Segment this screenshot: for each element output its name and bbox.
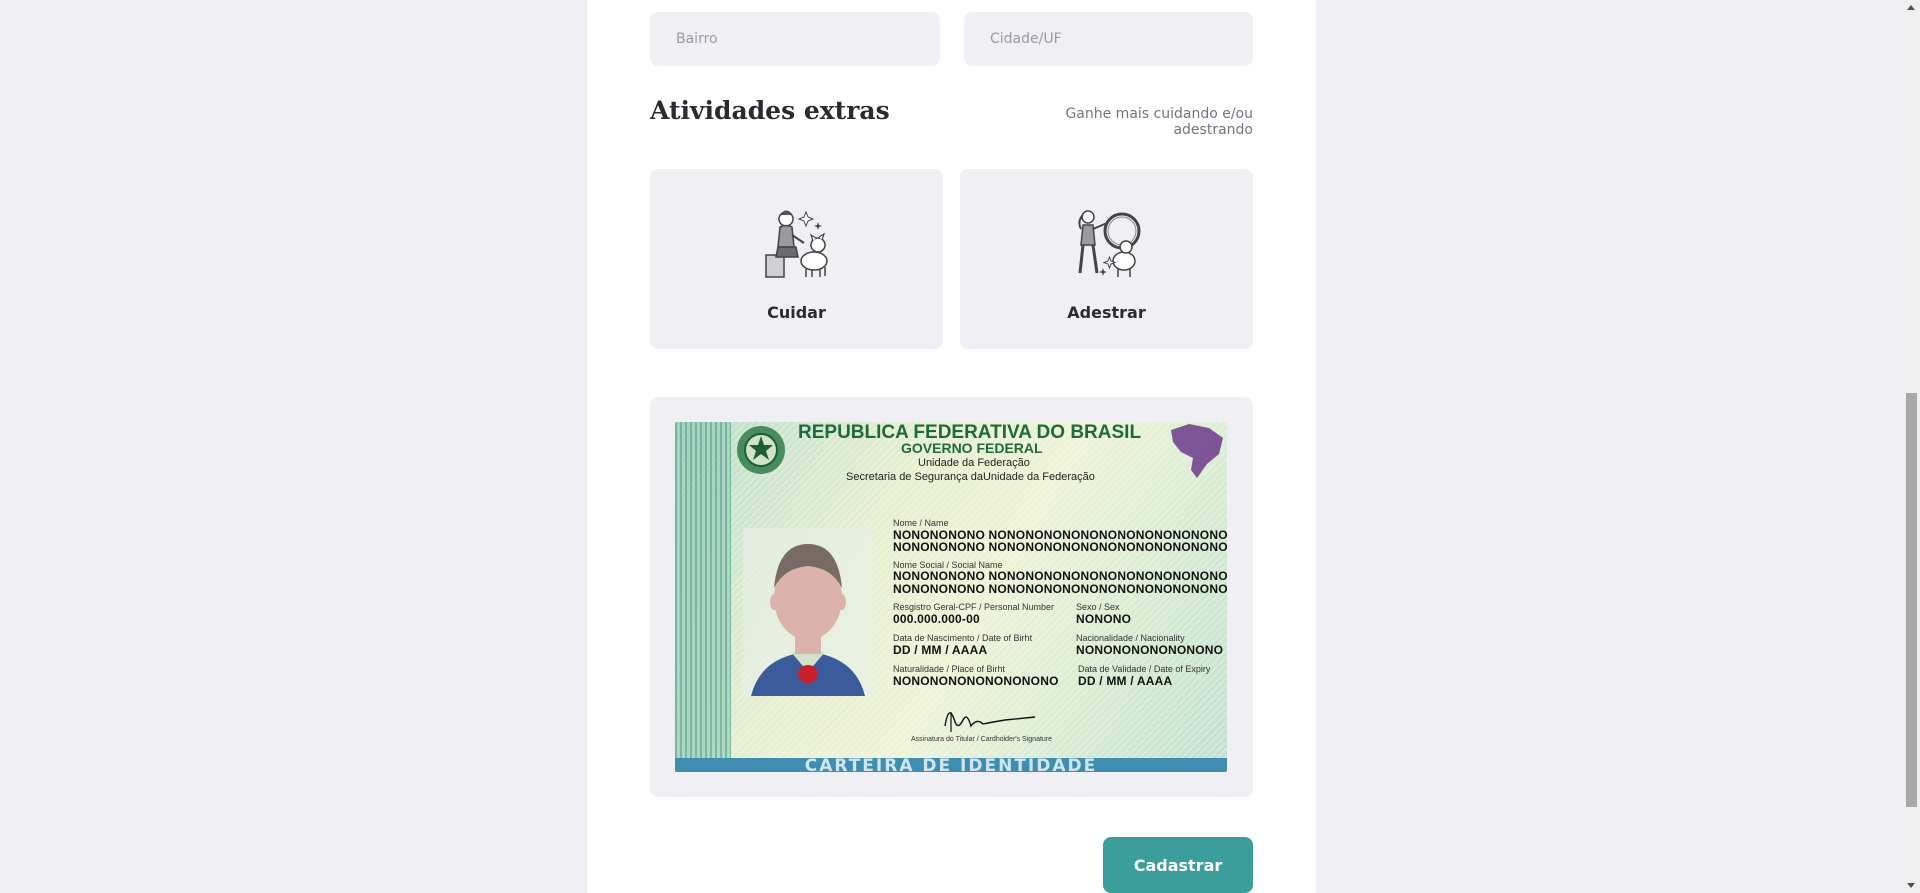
dog-training-icon [1078, 210, 1141, 277]
name-line-2: NONONONONO NONONONONONONONONONONONONONO [893, 540, 1227, 554]
place-of-birth-value: NONONONONONONONONO [893, 674, 1059, 688]
national-seal-icon [737, 426, 785, 474]
nationality-value: NONONONONONONONO [1076, 643, 1224, 657]
cidade-uf-placeholder: Cidade/UF [990, 31, 1062, 47]
activity-label-adestrar: Adestrar [1067, 303, 1146, 322]
sex-value: NONONO [1076, 612, 1132, 626]
document-secretariat: Secretaria de Segurança daUnidade da Fed… [846, 471, 1095, 483]
document-preview-box: REPUBLICA FEDERATIVA DO BRASIL GOVERNO F… [650, 397, 1253, 797]
activity-option-cuidar[interactable]: Cuidar [650, 169, 943, 349]
social-name-line-1: NONONONONO NONONONONONONONONONONONONONO [893, 569, 1227, 583]
pet-care-icon [765, 210, 828, 278]
cpf-label: Resgistro Geral-CPF / Personal Number [893, 602, 1055, 612]
birth-label: Data de Nascimento / Date of Birht [893, 633, 1033, 643]
document-unit: Unidade da Federação [918, 457, 1030, 469]
bairro-placeholder: Bairro [676, 31, 718, 47]
document-footer-text: CARTEIRA DE IDENTIDADE [804, 756, 1098, 772]
cidade-uf-field[interactable]: Cidade/UF [964, 12, 1253, 66]
portrait-placeholder-icon [743, 528, 873, 696]
extras-section-title: Atividades extras [650, 96, 890, 125]
extras-section-hint: Ganhe mais cuidando e/ou adestrando [1065, 106, 1253, 138]
scrollbar-thumb[interactable] [1906, 393, 1917, 807]
name-label: Nome / Name [893, 518, 949, 528]
identity-document-image: REPUBLICA FEDERATIVA DO BRASIL GOVERNO F… [675, 422, 1227, 772]
expiry-value: DD / MM / AAAA [1078, 674, 1173, 688]
place-of-birth-label: Naturalidade / Place of Birht [893, 664, 1006, 674]
activity-label-cuidar: Cuidar [767, 303, 826, 322]
vertical-scrollbar[interactable] [1903, 0, 1920, 893]
signature-graphic [944, 712, 1036, 732]
brazil-map-icon [1171, 424, 1223, 478]
signature-label: Assinatura do Titular / Cardholder's Sig… [911, 736, 1053, 743]
birth-value: DD / MM / AAAA [893, 643, 988, 657]
scroll-up-arrow-icon[interactable] [1907, 5, 1915, 10]
sex-label: Sexo / Sex [1076, 602, 1120, 612]
document-government: GOVERNO FEDERAL [901, 440, 1043, 456]
cpf-value: 000.000.000-00 [893, 612, 980, 626]
document-left-band [675, 422, 731, 772]
scroll-down-arrow-icon[interactable] [1907, 883, 1915, 888]
social-name-line-2: NONONONONO NONONONONONONONONONONONONONO [893, 582, 1227, 596]
expiry-label: Data de Validade / Date of Expiry [1078, 664, 1211, 674]
activity-option-adestrar[interactable]: Adestrar [960, 169, 1253, 349]
bairro-field[interactable]: Bairro [650, 12, 940, 66]
nationality-label: Nacionalidade / Nacionality [1076, 633, 1185, 643]
cadastrar-button[interactable]: Cadastrar [1103, 837, 1253, 893]
